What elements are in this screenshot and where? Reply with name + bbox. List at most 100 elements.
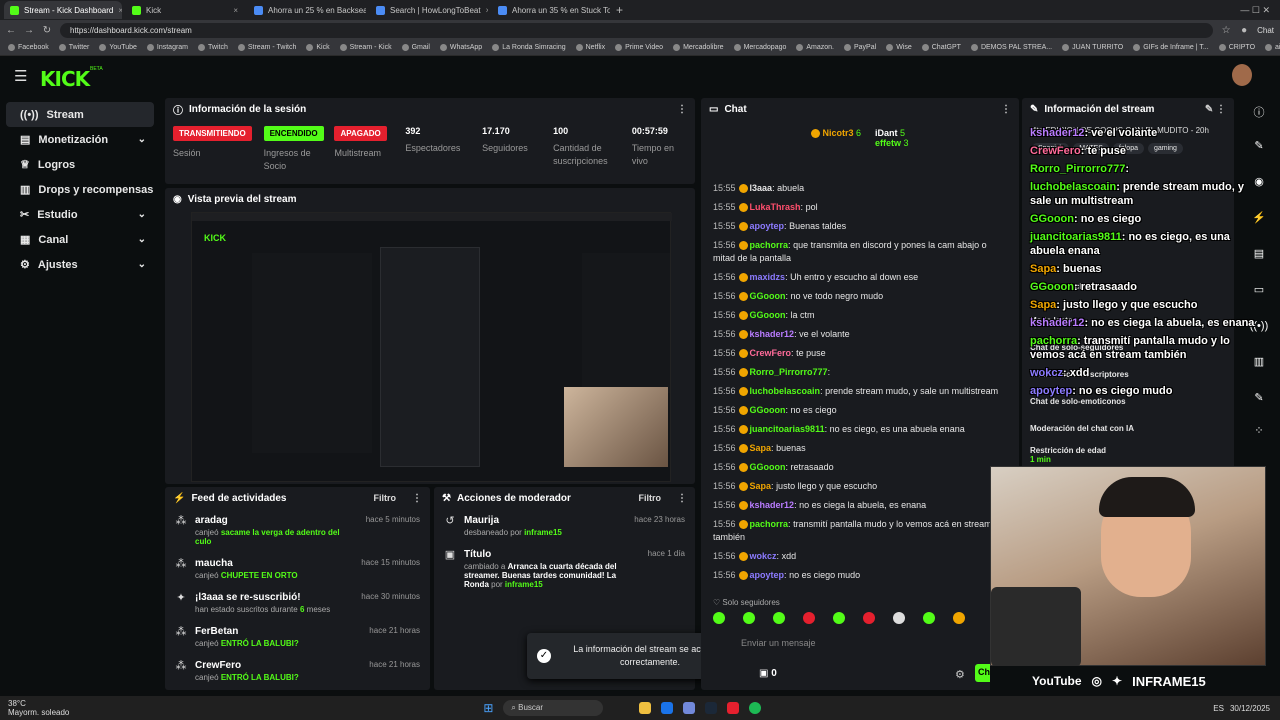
bookmark-item[interactable]: Mercadopago <box>733 44 786 51</box>
bookmark-item[interactable]: Prime Video <box>615 44 663 51</box>
emote[interactable] <box>743 612 755 624</box>
edit-icon[interactable]: ✎ ⋮ <box>1205 104 1226 115</box>
gemini-chat-button[interactable]: Chat <box>1257 26 1274 35</box>
more-options-icon[interactable]: ⋮ <box>412 493 422 504</box>
chat-username[interactable]: apoytep <box>750 221 785 231</box>
forward-icon[interactable]: → <box>24 25 34 36</box>
chat-username[interactable]: juancitoarias9811 <box>750 424 825 434</box>
close-tab-icon[interactable]: × <box>486 6 488 15</box>
avatar[interactable] <box>1232 64 1252 86</box>
url-input[interactable]: https://dashboard.kick.com/stream <box>60 22 1214 38</box>
hamburger-menu-icon[interactable]: ☰ <box>14 67 27 85</box>
bookmark-item[interactable]: PayPal <box>844 44 876 51</box>
more-options-icon[interactable]: ⋮ <box>677 493 687 504</box>
close-tab-icon[interactable]: × <box>118 6 122 15</box>
emote[interactable] <box>923 612 935 624</box>
filter-button[interactable]: Filtro <box>639 493 662 503</box>
close-tab-icon[interactable]: × <box>233 6 238 15</box>
back-icon[interactable]: ← <box>6 25 16 36</box>
browser-tab[interactable]: Ahorra un 25 % en Backseat Drivers× <box>248 1 366 19</box>
bookmark-item[interactable]: Facebook <box>8 44 49 51</box>
bookmark-item[interactable]: Netflix <box>575 44 605 51</box>
sidebar-item-canal[interactable]: ▦ Canal ⌄ <box>6 227 154 252</box>
chat-input[interactable]: Enviar un mensaje <box>741 638 816 648</box>
chat-username[interactable]: pachorra <box>750 240 789 250</box>
setting-row[interactable]: Restricción de edad 1 min <box>1030 446 1226 468</box>
bookmark-item[interactable]: JUAN TURRITO <box>1062 44 1123 51</box>
bookmark-item[interactable]: Wise <box>886 44 912 51</box>
bookmark-item[interactable]: Stream - Twitch <box>237 44 296 51</box>
start-icon[interactable]: ⊞ <box>483 701 493 715</box>
chat-username[interactable]: kshader12 <box>750 500 795 510</box>
star-icon[interactable]: ☆ <box>1221 25 1231 36</box>
bookmark-item[interactable]: GIFs de Inframe | T... <box>1133 44 1209 51</box>
chat-username[interactable]: kshader12 <box>750 329 795 339</box>
browser-tab[interactable]: Search | HowLongToBeat × <box>370 1 488 19</box>
bookmark-item[interactable]: ChatGPT <box>921 44 961 51</box>
apps-icon[interactable]: ⁘ <box>1238 416 1280 446</box>
edge-icon[interactable] <box>661 702 674 714</box>
emote[interactable] <box>953 612 965 624</box>
bookmark-item[interactable]: Mercadolibre <box>673 44 724 51</box>
setting-row[interactable]: Moderación del chat con IA <box>1030 424 1226 446</box>
emote[interactable] <box>833 612 845 624</box>
filter-button[interactable]: Filtro <box>374 493 397 503</box>
chat-username[interactable]: GGooon <box>750 462 786 472</box>
sidebar-item-logros[interactable]: ♕ Logros <box>6 152 154 177</box>
chat-username[interactable]: Sapa <box>750 481 772 491</box>
bookmark-item[interactable]: La Ronda Simracing <box>492 44 566 51</box>
bookmark-item[interactable]: Amazon. <box>796 44 834 51</box>
profile-icon[interactable]: ● <box>1239 25 1249 36</box>
emote[interactable] <box>893 612 905 624</box>
new-tab-icon[interactable]: + <box>616 3 623 17</box>
stream-preview-video[interactable]: KICK <box>191 212 672 482</box>
window-controls[interactable]: — ☐ ✕ <box>1240 5 1270 16</box>
emote[interactable] <box>773 612 785 624</box>
chat-username[interactable]: l3aaa <box>750 183 773 193</box>
sidebar-item-estudio[interactable]: ✂ Estudio ⌄ <box>6 202 154 227</box>
bookmark-item[interactable]: Twitter <box>58 44 89 51</box>
kick-logo[interactable]: KICK <box>40 67 90 91</box>
emote[interactable] <box>863 612 875 624</box>
bookmark-item[interactable]: Gmail <box>401 44 430 51</box>
browser-tab[interactable]: Ahorra un 35 % en Stuck Together× <box>492 1 610 19</box>
sidebar-item-monetizacion[interactable]: ▤ Monetización ⌄ <box>6 127 154 152</box>
chat-username[interactable]: luchobelascoain <box>750 386 821 396</box>
taskbar-search[interactable]: ⌕ Buscar <box>503 700 604 716</box>
app-icon[interactable] <box>727 702 740 714</box>
sidebar-item-ajustes[interactable]: ⚙ Ajustes ⌄ <box>6 252 154 277</box>
reload-icon[interactable]: ↻ <box>42 25 52 36</box>
emote[interactable] <box>713 612 725 624</box>
bookmark-item[interactable]: Twitch <box>198 44 228 51</box>
file-explorer-icon[interactable] <box>639 702 652 714</box>
emote[interactable] <box>803 612 815 624</box>
sidebar-item-stream[interactable]: ((•)) Stream <box>6 102 154 127</box>
chat-username[interactable]: LukaThrash <box>750 202 801 212</box>
chat-username[interactable]: Rorro_Pirrorro777 <box>750 367 828 377</box>
chat-username[interactable]: GGooon <box>750 310 786 320</box>
spotify-icon[interactable] <box>749 702 762 714</box>
more-options-icon[interactable]: ⋮ <box>1001 104 1011 115</box>
browser-tab[interactable]: Kick × <box>126 1 244 19</box>
chat-username[interactable]: pachorra <box>750 519 789 529</box>
chat-username[interactable]: GGooon <box>750 291 786 301</box>
sidebar-item-drops[interactable]: ▥ Drops y recompensas <box>6 177 154 202</box>
browser-tab[interactable]: Stream - Kick Dashboard × <box>4 1 122 19</box>
chat-username[interactable]: CrewFero <box>750 348 792 358</box>
bookmark-item[interactable]: Kick <box>306 44 330 51</box>
bookmark-item[interactable]: CRIPTO <box>1218 44 1255 51</box>
chat-username[interactable]: maxidzs <box>750 272 786 282</box>
chat-settings-icon[interactable]: ⚙ <box>955 668 965 681</box>
chat-username[interactable]: GGooon <box>750 405 786 415</box>
more-options-icon[interactable]: ⋮ <box>677 104 687 115</box>
bookmark-item[interactable]: YouTube <box>99 44 137 51</box>
chat-username[interactable]: wokcz <box>750 551 777 561</box>
chat-username[interactable]: apoytep <box>750 570 785 580</box>
bookmark-item[interactable]: WhatsApp <box>439 44 482 51</box>
steam-icon[interactable] <box>705 702 718 714</box>
chat-username[interactable]: Sapa <box>750 443 772 453</box>
bookmark-item[interactable]: Stream - Kick <box>339 44 392 51</box>
bookmark-item[interactable]: aires <box>1265 44 1280 51</box>
info-icon[interactable]: ⓘ <box>1238 98 1280 128</box>
discord-icon[interactable] <box>683 702 696 714</box>
